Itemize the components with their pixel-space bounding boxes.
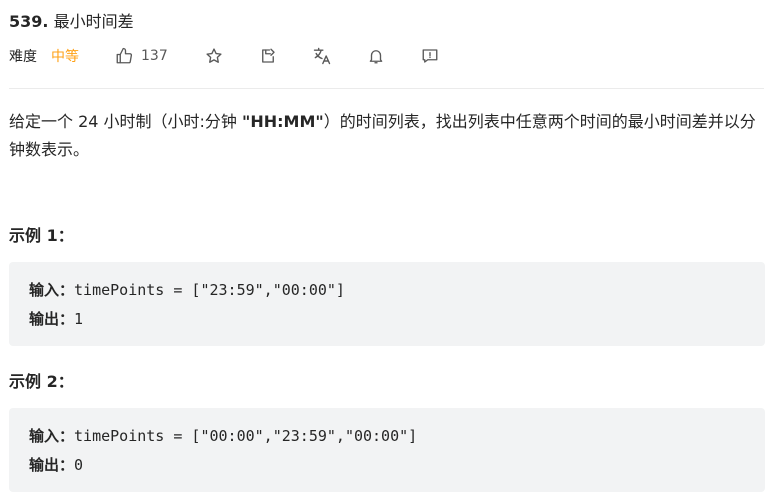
subscribe-button[interactable] bbox=[366, 46, 386, 66]
example-2-input: 输入：timePoints = ["00:00","23:59","00:00"… bbox=[29, 422, 745, 451]
output-value: 1 bbox=[74, 310, 84, 328]
header-divider bbox=[9, 88, 764, 89]
example-1-code: 输入：timePoints = ["23:59","00:00"] 输出：1 bbox=[9, 262, 765, 346]
example-1-title: 示例 1： bbox=[9, 226, 74, 245]
problem-page: 539. 最小时间差 难度 中等 137 给定一个 24 小时制（小时:分钟 "… bbox=[0, 0, 772, 504]
problem-title: 539. 最小时间差 bbox=[9, 8, 134, 32]
share-button[interactable] bbox=[258, 46, 278, 66]
output-label: 输出： bbox=[29, 456, 75, 474]
star-icon bbox=[205, 47, 223, 65]
favorite-button[interactable] bbox=[204, 46, 224, 66]
feedback-button[interactable] bbox=[420, 46, 440, 66]
input-label: 输入： bbox=[29, 281, 75, 299]
problem-meta-bar: 难度 中等 137 bbox=[9, 44, 474, 68]
example-2-output: 输出：0 bbox=[29, 451, 745, 480]
like-button[interactable]: 137 bbox=[115, 47, 168, 65]
problem-name: 最小时间差 bbox=[53, 12, 134, 31]
output-value: 0 bbox=[74, 456, 84, 474]
problem-description: 给定一个 24 小时制（小时:分钟 "HH:MM"）的时间列表，找出列表中任意两… bbox=[9, 108, 764, 164]
difficulty-label: 难度 bbox=[9, 49, 37, 65]
share-icon bbox=[259, 47, 277, 65]
like-count: 137 bbox=[141, 48, 168, 64]
description-format: "HH:MM" bbox=[242, 112, 324, 131]
example-2-code: 输入：timePoints = ["00:00","23:59","00:00"… bbox=[9, 408, 765, 492]
feedback-icon bbox=[421, 47, 439, 65]
input-value: timePoints = ["00:00","23:59","00:00"] bbox=[74, 427, 418, 445]
output-label: 输出： bbox=[29, 310, 75, 328]
example-1-input: 输入：timePoints = ["23:59","00:00"] bbox=[29, 276, 745, 305]
difficulty-badge: 中等 bbox=[51, 49, 79, 65]
problem-number: 539. bbox=[9, 12, 49, 31]
input-label: 输入： bbox=[29, 427, 75, 445]
description-text-1: 给定一个 24 小时制（小时:分钟 bbox=[9, 112, 243, 131]
example-2-title: 示例 2： bbox=[9, 372, 74, 391]
translate-icon bbox=[312, 46, 332, 66]
bell-icon bbox=[367, 47, 385, 65]
thumbs-up-icon bbox=[115, 47, 133, 65]
translate-button[interactable] bbox=[312, 46, 332, 66]
example-1-output: 输出：1 bbox=[29, 305, 745, 334]
input-value: timePoints = ["23:59","00:00"] bbox=[74, 281, 345, 299]
